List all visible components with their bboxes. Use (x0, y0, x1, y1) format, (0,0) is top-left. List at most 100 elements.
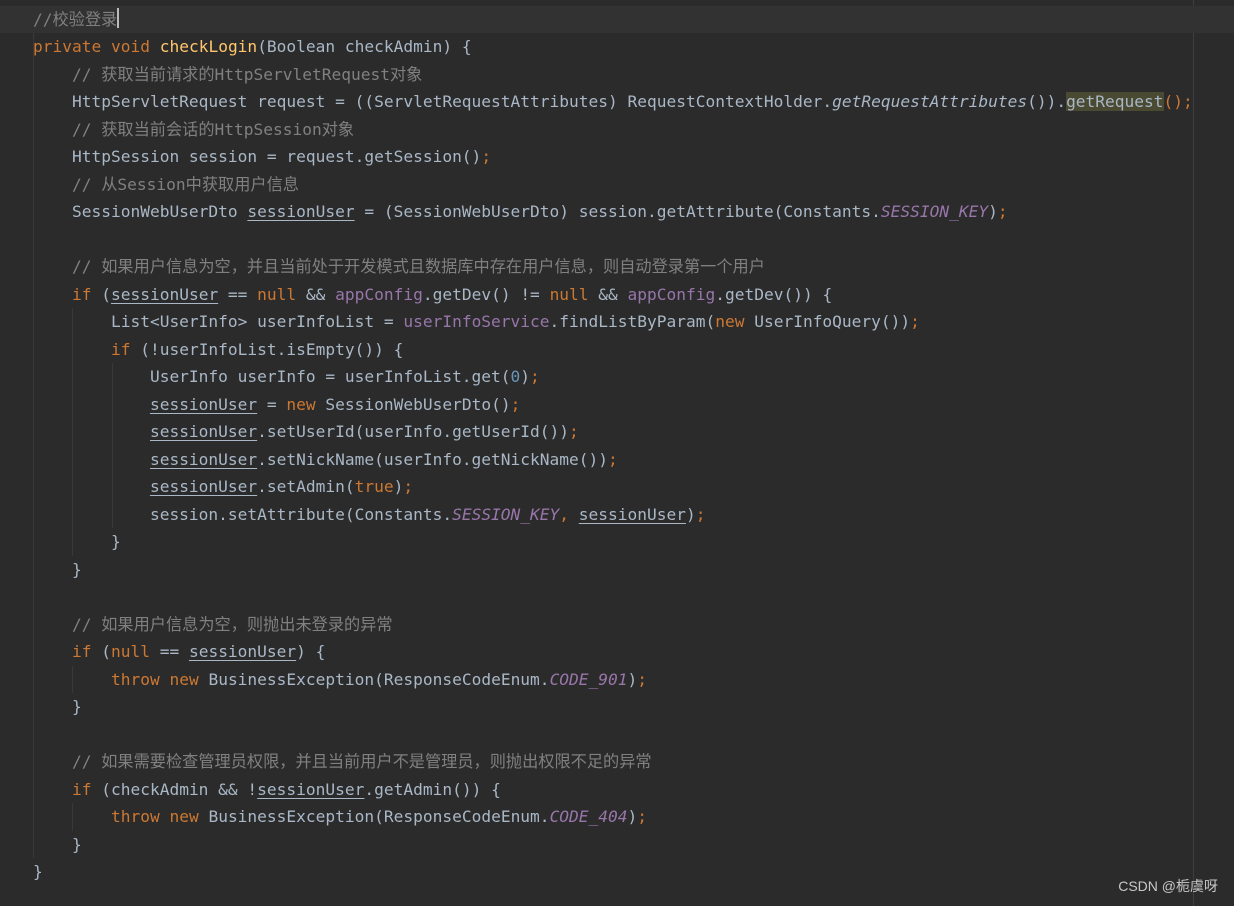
code-line[interactable]: List<UserInfo> userInfoList = userInfoSe… (0, 308, 1234, 336)
code-line[interactable]: // 如果用户信息为空，并且当前处于开发模式且数据库中存在用户信息，则自动登录第… (0, 253, 1234, 281)
code-token: } (33, 862, 43, 881)
code-token: getRequestAttributes (832, 92, 1028, 111)
code-token: if (71, 642, 92, 661)
code-token: 0 (510, 367, 521, 386)
code-line[interactable]: if (null == sessionUser) { (0, 638, 1234, 666)
code-token: if (110, 339, 131, 359)
code-line-text: // 获取当前请求的HttpServletRequest对象 (33, 61, 422, 89)
code-token: UserInfo userInfo = userInfoList.get( (33, 367, 511, 386)
code-token: (!userInfoList.isEmpty()) { (130, 339, 404, 359)
code-line-text: // 获取当前会话的HttpSession对象 (33, 116, 354, 144)
code-token: ; (637, 807, 648, 826)
code-token: ) { (296, 642, 326, 661)
code-line-text: if (checkAdmin && !sessionUser.getAdmin(… (33, 776, 501, 804)
code-token: ; (481, 147, 492, 166)
code-token: void (110, 37, 150, 56)
code-line-text: HttpSession session = request.getSession… (33, 143, 491, 171)
code-token: ; (637, 669, 648, 689)
code-token: (checkAdmin && ! (91, 779, 258, 799)
code-line[interactable] (0, 583, 1234, 611)
code-token: } (33, 697, 82, 716)
code-line-text: //校验登录 (33, 6, 117, 34)
code-token: sessionUser (110, 284, 219, 304)
code-token: ; (510, 394, 521, 414)
code-token: ; (530, 367, 540, 386)
code-token: ) (685, 504, 696, 524)
code-line[interactable]: if (checkAdmin && !sessionUser.getAdmin(… (0, 776, 1234, 804)
code-line[interactable]: // 从Session中获取用户信息 (0, 171, 1234, 199)
code-line[interactable]: sessionUser = new SessionWebUserDto(); (0, 391, 1234, 419)
code-line[interactable]: private void checkLogin(Boolean checkAdm… (0, 33, 1234, 61)
code-line[interactable]: // 如果用户信息为空，则抛出未登录的异常 (0, 611, 1234, 639)
code-token: } (33, 559, 82, 579)
code-token: SessionWebUserDto (33, 202, 248, 221)
code-line[interactable]: HttpSession session = request.getSession… (0, 143, 1234, 171)
code-line[interactable] (0, 226, 1234, 254)
code-token: sessionUser (188, 642, 297, 661)
code-line[interactable]: throw new BusinessException(ResponseCode… (0, 666, 1234, 694)
code-editor[interactable]: //校验登录 private void checkLogin(Boolean ch… (0, 0, 1234, 906)
code-line[interactable]: SessionWebUserDto sessionUser = (Session… (0, 198, 1234, 226)
code-line[interactable]: } (0, 858, 1234, 886)
code-line[interactable]: } (0, 831, 1234, 859)
code-token: sessionUser (149, 422, 258, 441)
code-token: } (33, 532, 121, 551)
code-line[interactable]: sessionUser.setAdmin(true); (0, 473, 1234, 501)
code-line[interactable]: session.setAttribute(Constants.SESSION_K… (0, 501, 1234, 529)
code-line[interactable]: UserInfo userInfo = userInfoList.get(0); (0, 363, 1234, 391)
code-line[interactable]: // 如果需要检查管理员权限，并且当前用户不是管理员，则抛出权限不足的异常 (0, 748, 1234, 776)
code-token: .getDev() != (422, 284, 550, 304)
code-line[interactable]: // 获取当前请求的HttpServletRequest对象 (0, 61, 1234, 89)
code-token: HttpServletRequest request = ((ServletRe… (33, 92, 833, 111)
code-token: List<UserInfo> userInfoList = (33, 312, 404, 331)
code-token: sessionUser (578, 504, 686, 524)
code-line[interactable]: if (!userInfoList.isEmpty()) { (0, 336, 1234, 364)
code-line[interactable]: HttpServletRequest request = ((ServletRe… (0, 88, 1234, 116)
code-token: null (549, 284, 589, 304)
code-line-text: } (33, 556, 82, 584)
code-token: // 如果用户信息为空，则抛出未登录的异常 (71, 614, 393, 634)
code-token: .getDev()) { (715, 284, 833, 304)
code-line[interactable]: //校验登录 (0, 5, 1234, 34)
code-token: BusinessException(ResponseCodeEnum. (198, 669, 550, 689)
code-token: = (257, 394, 287, 414)
code-line-text: if (!userInfoList.isEmpty()) { (33, 336, 403, 364)
code-line[interactable]: } (0, 528, 1234, 556)
code-line-text: session.setAttribute(Constants.SESSION_K… (33, 501, 706, 529)
code-line[interactable]: if (sessionUser == null && appConfig.get… (0, 281, 1234, 309)
code-token: } (33, 834, 82, 854)
code-token: if (71, 779, 92, 799)
code-token: .getAdmin()) { (364, 779, 501, 799)
code-token: ) (627, 807, 638, 826)
code-token: SESSION_KEY (452, 504, 560, 524)
code-token: // 如果用户信息为空，并且当前处于开发模式且数据库中存在用户信息，则自动登录第… (71, 257, 765, 276)
code-token: HttpSession session = request.getSession… (33, 147, 482, 166)
code-token: sessionUser (247, 202, 355, 221)
code-line[interactable]: } (0, 556, 1234, 584)
code-line-text: if (null == sessionUser) { (33, 638, 325, 666)
code-line[interactable]: // 获取当前会话的HttpSession对象 (0, 116, 1234, 144)
code-token: CODE_901 (549, 669, 628, 689)
code-token: sessionUser (149, 477, 258, 496)
code-token: (Boolean checkAdmin) { (257, 37, 472, 56)
code-line[interactable]: sessionUser.setNickName(userInfo.getNick… (0, 446, 1234, 474)
code-line[interactable]: } (0, 693, 1234, 721)
code-token: sessionUser (149, 394, 258, 414)
code-line[interactable] (0, 721, 1234, 749)
code-token: = (SessionWebUserDto) session.getAttribu… (354, 202, 881, 221)
code-token: UserInfoQuery()) (744, 312, 911, 331)
code-token: ( (91, 642, 111, 661)
code-line[interactable]: sessionUser.setUserId(userInfo.getUserId… (0, 418, 1234, 446)
code-line[interactable]: throw new BusinessException(ResponseCode… (0, 803, 1234, 831)
code-line-text: if (sessionUser == null && appConfig.get… (33, 281, 832, 309)
code-token: ; (910, 312, 920, 331)
